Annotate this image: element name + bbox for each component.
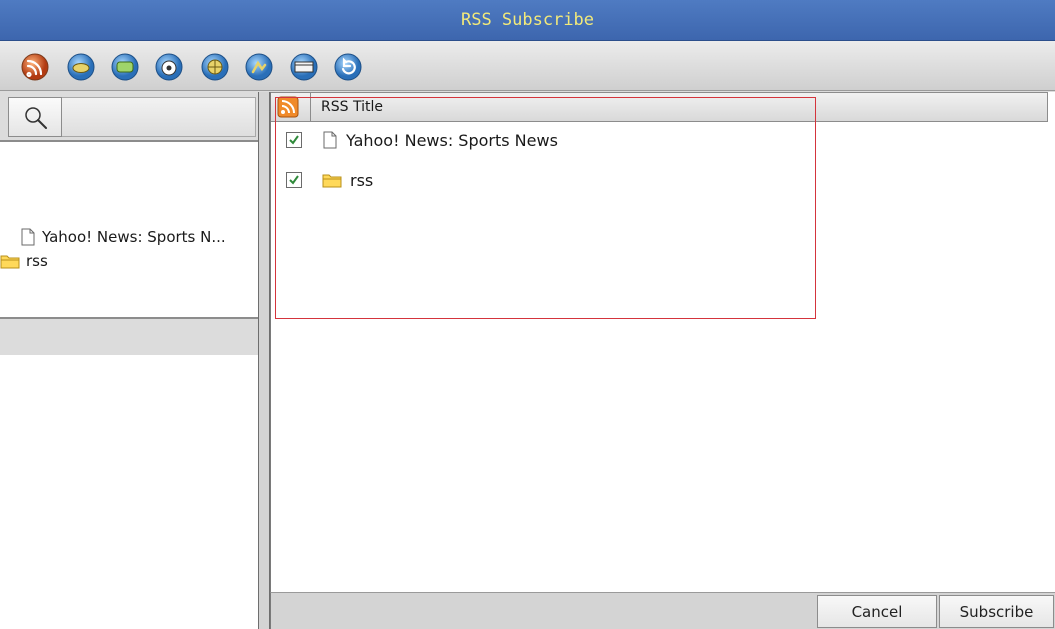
refresh-icon[interactable] [333, 52, 363, 82]
file-icon [21, 228, 35, 246]
soccer-icon[interactable] [154, 52, 184, 82]
sidebar-bar [0, 325, 258, 355]
highlight-box [275, 97, 816, 319]
search-bar [0, 92, 258, 142]
sports-icon[interactable] [244, 52, 274, 82]
sidebar-item-label: rss [26, 252, 48, 270]
title-bar: RSS Subscribe [0, 0, 1055, 41]
search-icon [25, 107, 47, 129]
cancel-button[interactable]: Cancel [817, 595, 937, 628]
button-bar: Cancel Subscribe [270, 592, 1055, 629]
sidebar-item-yahoo-sports[interactable]: Yahoo! News: Sports N... [0, 225, 278, 249]
search-button[interactable] [8, 97, 62, 137]
browser-icon[interactable] [289, 52, 319, 82]
search-input[interactable] [62, 97, 256, 137]
world-icon[interactable] [200, 52, 230, 82]
pane-splitter[interactable] [258, 92, 270, 629]
globe-icon[interactable] [110, 52, 140, 82]
pane-divider[interactable] [0, 317, 258, 325]
window-title: RSS Subscribe [460, 10, 595, 30]
sidebar: Yahoo! News: Sports N... rss [0, 92, 258, 629]
folder-icon [0, 255, 20, 269]
rss-feed-icon[interactable] [20, 52, 50, 82]
subscribe-button[interactable]: Subscribe [939, 595, 1054, 628]
toolbar [0, 41, 1055, 91]
sidebar-item-label: Yahoo! News: Sports N... [42, 228, 226, 246]
sidebar-lower-panel [0, 355, 258, 629]
feed-list: Yahoo! News: Sports N... rss [0, 142, 258, 317]
news-icon[interactable] [66, 52, 96, 82]
sidebar-item-rss[interactable]: rss [0, 249, 258, 273]
